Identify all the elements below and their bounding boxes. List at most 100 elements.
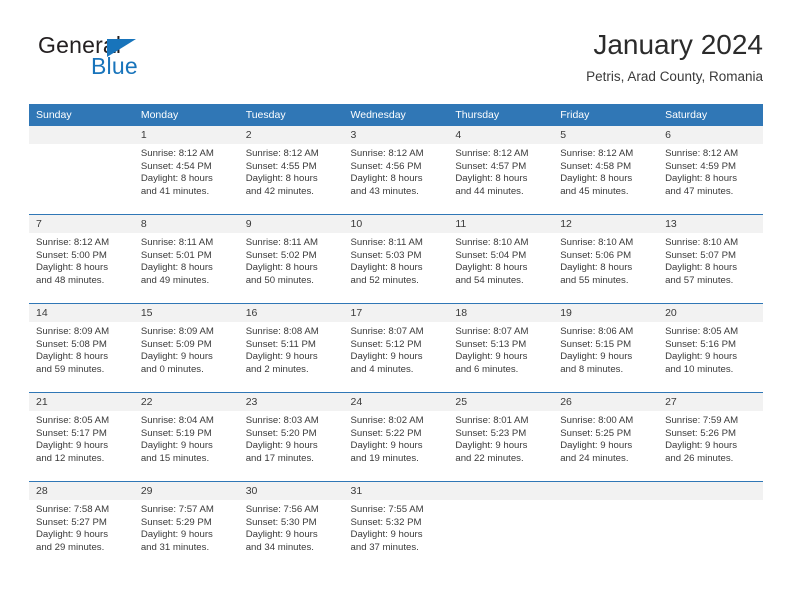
calendar-day-cell[interactable]: 25 Sunrise: 8:01 AM Sunset: 5:23 PM Dayligh… xyxy=(448,392,554,482)
calendar-day-cell[interactable]: 30 Sunrise: 7:56 AM Sunset: 5:30 PM Dayligh… xyxy=(238,481,344,570)
sunset-text: Sunset: 5:00 PM xyxy=(36,249,107,261)
daylight-text-line1: Daylight: 8 hours xyxy=(455,262,528,274)
day-number: 31 xyxy=(343,482,449,500)
day-cell-content: 18 Sunrise: 8:07 AM Sunset: 5:13 PM Dayligh… xyxy=(448,304,554,392)
sunset-text: Sunset: 5:02 PM xyxy=(245,249,317,261)
calendar-day-cell[interactable]: 26 Sunrise: 8:00 AM Sunset: 5:25 PM Dayligh… xyxy=(553,392,659,482)
calendar-day-cell[interactable]: 11 Sunrise: 8:10 AM Sunset: 5:04 PM Dayligh… xyxy=(448,214,554,304)
calendar-day-cell[interactable]: 22 Sunrise: 8:04 AM Sunset: 5:19 PM Dayligh… xyxy=(133,392,239,482)
day-number: 22 xyxy=(133,393,239,411)
calendar-day-cell[interactable]: 4 Sunrise: 8:12 AM Sunset: 4:57 PM Daylight… xyxy=(448,126,554,215)
calendar-day-cell[interactable]: 15 Sunrise: 8:09 AM Sunset: 5:09 PM Dayligh… xyxy=(133,303,239,393)
day-number: 24 xyxy=(343,393,449,411)
day-cell-content: 6 Sunrise: 8:12 AM Sunset: 4:59 PM Daylight… xyxy=(658,126,763,214)
day-cell-content: 12 Sunrise: 8:10 AM Sunset: 5:06 PM Dayligh… xyxy=(553,215,659,303)
day-number: 17 xyxy=(343,304,449,322)
sunset-text: Sunset: 5:30 PM xyxy=(245,516,317,528)
sunset-text: Sunset: 5:25 PM xyxy=(560,427,632,439)
sunset-text: Sunset: 5:08 PM xyxy=(36,338,107,350)
calendar-day-cell[interactable]: 2 Sunrise: 8:12 AM Sunset: 4:55 PM Daylight… xyxy=(238,126,344,215)
day-number: 30 xyxy=(238,482,344,500)
page-title: January 2024 xyxy=(593,29,763,60)
daylight-text-line2: and 8 minutes. xyxy=(560,363,624,375)
day-details: Sunrise: 8:07 AM Sunset: 5:12 PM Daylight:… xyxy=(344,322,449,376)
day-details: Sunrise: 8:06 AM Sunset: 5:15 PM Daylight:… xyxy=(553,322,658,376)
calendar-day-cell[interactable]: 14 Sunrise: 8:09 AM Sunset: 5:08 PM Dayligh… xyxy=(29,303,134,393)
daylight-text-line1: Daylight: 8 hours xyxy=(245,173,318,185)
daylight-text-line2: and 24 minutes. xyxy=(560,452,629,464)
calendar-page: General Blue January 2024 Petris, Arad C… xyxy=(0,0,792,612)
calendar-day-cell[interactable]: 6 Sunrise: 8:12 AM Sunset: 4:59 PM Daylight… xyxy=(658,126,763,215)
weekday-header-thursday: Thursday xyxy=(448,104,554,126)
day-details: Sunrise: 8:09 AM Sunset: 5:08 PM Daylight:… xyxy=(29,322,134,376)
sunset-text: Sunset: 4:57 PM xyxy=(455,160,527,172)
sunset-text: Sunset: 5:32 PM xyxy=(350,516,422,528)
day-cell-content: 15 Sunrise: 8:09 AM Sunset: 5:09 PM Dayligh… xyxy=(133,304,239,392)
day-details: Sunrise: 8:08 AM Sunset: 5:11 PM Daylight:… xyxy=(239,322,344,376)
daylight-text-line2: and 49 minutes. xyxy=(140,274,210,286)
sunrise-text: Sunrise: 8:10 AM xyxy=(560,237,634,248)
sunrise-text: Sunrise: 8:00 AM xyxy=(560,415,634,426)
calendar-day-cell[interactable]: 28 Sunrise: 7:58 AM Sunset: 5:27 PM Dayligh… xyxy=(29,481,134,570)
sunrise-text: Sunrise: 8:09 AM xyxy=(140,326,214,337)
calendar-day-cell[interactable]: 3 Sunrise: 8:12 AM Sunset: 4:56 PM Daylight… xyxy=(343,126,449,215)
day-cell-content: 13 Sunrise: 8:10 AM Sunset: 5:07 PM Dayligh… xyxy=(658,215,763,303)
daylight-text-line2: and 55 minutes. xyxy=(560,274,629,286)
daylight-text-line2: and 0 minutes. xyxy=(140,363,204,375)
day-details: Sunrise: 8:11 AM Sunset: 5:01 PM Daylight:… xyxy=(134,233,239,287)
day-cell-content xyxy=(553,482,659,570)
day-details: Sunrise: 8:05 AM Sunset: 5:16 PM Daylight:… xyxy=(658,322,763,376)
day-details: Sunrise: 8:10 AM Sunset: 5:04 PM Daylight:… xyxy=(448,233,553,287)
day-details: Sunrise: 8:12 AM Sunset: 4:54 PM Daylight:… xyxy=(134,144,239,198)
calendar-week-row: 7 Sunrise: 8:12 AM Sunset: 5:00 PM Daylight… xyxy=(29,214,763,304)
day-cell-content xyxy=(29,126,134,214)
calendar-day-cell[interactable]: 24 Sunrise: 8:02 AM Sunset: 5:22 PM Dayligh… xyxy=(343,392,449,482)
calendar-day-cell[interactable]: 20 Sunrise: 8:05 AM Sunset: 5:16 PM Dayligh… xyxy=(658,303,763,393)
calendar-day-cell[interactable]: 31 Sunrise: 7:55 AM Sunset: 5:32 PM Dayligh… xyxy=(343,481,449,570)
daylight-text-line1: Daylight: 9 hours xyxy=(455,351,528,363)
day-number xyxy=(448,482,554,500)
calendar-day-cell[interactable]: 27 Sunrise: 7:59 AM Sunset: 5:26 PM Dayligh… xyxy=(658,392,763,482)
day-details: Sunrise: 7:59 AM Sunset: 5:26 PM Daylight:… xyxy=(658,411,763,465)
day-cell-content: 8 Sunrise: 8:11 AM Sunset: 5:01 PM Daylight… xyxy=(133,215,239,303)
day-number: 1 xyxy=(133,126,239,144)
day-number: 20 xyxy=(658,304,763,322)
day-number: 8 xyxy=(133,215,239,233)
sunrise-text: Sunrise: 7:58 AM xyxy=(36,504,110,515)
calendar-day-cell[interactable]: 8 Sunrise: 8:11 AM Sunset: 5:01 PM Daylight… xyxy=(133,214,239,304)
calendar-day-cell[interactable]: 17 Sunrise: 8:07 AM Sunset: 5:12 PM Dayligh… xyxy=(343,303,449,393)
daylight-text-line2: and 57 minutes. xyxy=(665,274,734,286)
day-number xyxy=(29,126,134,144)
calendar-day-cell[interactable]: 23 Sunrise: 8:03 AM Sunset: 5:20 PM Dayligh… xyxy=(238,392,344,482)
day-number: 14 xyxy=(29,304,134,322)
calendar-day-cell[interactable]: 12 Sunrise: 8:10 AM Sunset: 5:06 PM Dayligh… xyxy=(553,214,659,304)
sunset-text: Sunset: 5:15 PM xyxy=(560,338,632,350)
day-cell-content: 21 Sunrise: 8:05 AM Sunset: 5:17 PM Dayligh… xyxy=(29,393,134,481)
calendar-day-cell[interactable]: 18 Sunrise: 8:07 AM Sunset: 5:13 PM Dayligh… xyxy=(448,303,554,393)
day-number: 9 xyxy=(238,215,344,233)
calendar-day-cell[interactable]: 13 Sunrise: 8:10 AM Sunset: 5:07 PM Dayligh… xyxy=(658,214,763,304)
calendar-day-cell[interactable]: 5 Sunrise: 8:12 AM Sunset: 4:58 PM Daylight… xyxy=(553,126,659,215)
calendar-day-cell[interactable]: 19 Sunrise: 8:06 AM Sunset: 5:15 PM Dayligh… xyxy=(553,303,659,393)
daylight-text-line1: Daylight: 9 hours xyxy=(665,440,738,452)
calendar-day-cell[interactable]: 16 Sunrise: 8:08 AM Sunset: 5:11 PM Dayligh… xyxy=(238,303,344,393)
day-details: Sunrise: 8:01 AM Sunset: 5:23 PM Daylight:… xyxy=(448,411,553,465)
day-number: 16 xyxy=(238,304,344,322)
calendar-day-cell[interactable]: 10 Sunrise: 8:11 AM Sunset: 5:03 PM Dayligh… xyxy=(343,214,449,304)
calendar-day-cell[interactable]: 1 Sunrise: 8:12 AM Sunset: 4:54 PM Daylight… xyxy=(133,126,239,215)
sunset-text: Sunset: 5:26 PM xyxy=(665,427,736,439)
calendar-day-cell[interactable]: 7 Sunrise: 8:12 AM Sunset: 5:00 PM Daylight… xyxy=(29,214,134,304)
daylight-text-line1: Daylight: 8 hours xyxy=(36,262,108,274)
daylight-text-line1: Daylight: 9 hours xyxy=(140,529,213,541)
brand-logo[interactable]: General Blue xyxy=(29,32,289,92)
calendar-day-cell[interactable]: 21 Sunrise: 8:05 AM Sunset: 5:17 PM Dayligh… xyxy=(29,392,134,482)
day-number: 28 xyxy=(29,482,134,500)
calendar-day-cell[interactable]: 29 Sunrise: 7:57 AM Sunset: 5:29 PM Dayligh… xyxy=(133,481,239,570)
daylight-text-line1: Daylight: 8 hours xyxy=(245,262,318,274)
sunset-text: Sunset: 4:56 PM xyxy=(350,160,422,172)
daylight-text-line2: and 4 minutes. xyxy=(350,363,414,375)
sunset-text: Sunset: 5:06 PM xyxy=(560,249,632,261)
calendar-day-cell[interactable]: 9 Sunrise: 8:11 AM Sunset: 5:02 PM Daylight… xyxy=(238,214,344,304)
day-details: Sunrise: 8:00 AM Sunset: 5:25 PM Daylight:… xyxy=(553,411,658,465)
sunrise-text: Sunrise: 8:12 AM xyxy=(36,237,110,248)
